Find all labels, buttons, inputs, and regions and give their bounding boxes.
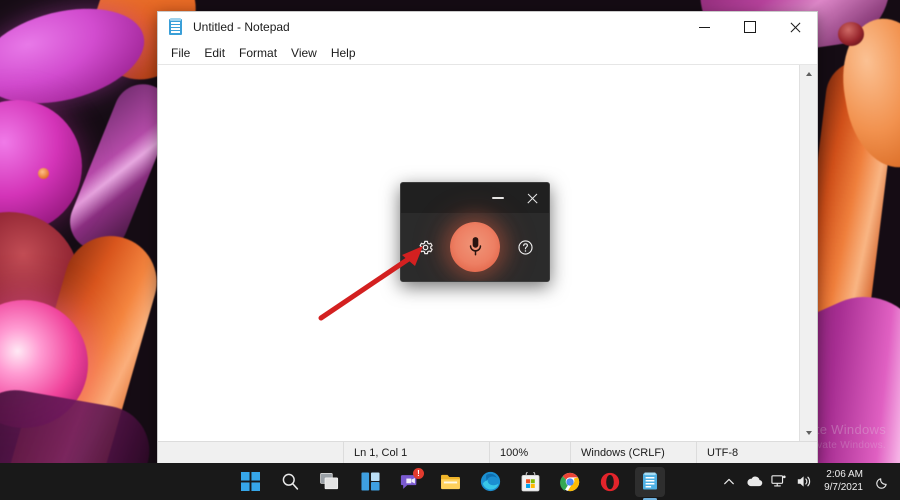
notepad-menubar: File Edit Format View Help [158,42,817,64]
status-zoom-level[interactable]: 100% [489,442,570,464]
taskbar-app-group: ! [235,463,665,500]
menu-item-view[interactable]: View [284,44,324,62]
voice-typing-titlebar[interactable] [401,183,549,213]
microphone-icon [467,235,484,259]
taskbar-item-chat[interactable]: ! [395,467,425,497]
voice-typing-close-button[interactable] [515,183,549,213]
taskbar-item-opera[interactable] [595,467,625,497]
status-line-ending[interactable]: Windows (CRLF) [570,442,696,464]
speaker-icon [796,474,813,489]
notepad-titlebar[interactable]: Untitled - Notepad [158,12,817,42]
tray-onedrive-button[interactable] [743,468,765,496]
taskbar-item-store[interactable] [515,467,545,497]
wallpaper-blob [38,168,49,179]
tray-show-hidden-icons-button[interactable] [718,468,740,496]
scroll-down-arrow-icon [806,431,812,435]
close-icon [789,22,800,33]
notepad-icon [641,472,659,491]
status-encoding[interactable]: UTF-8 [696,442,817,464]
window-title: Untitled - Notepad [193,20,682,34]
search-icon [281,472,300,491]
menu-item-edit[interactable]: Edit [197,44,232,62]
tray-volume-button[interactable] [793,468,815,496]
desktop-screen: Activate Windows Go to Settings to activ… [0,0,900,500]
scroll-down-button[interactable] [800,424,817,441]
opera-icon [600,472,620,492]
system-tray: 2:06 AM 9/7/2021 [718,463,894,500]
taskbar-clock[interactable]: 2:06 AM 9/7/2021 [818,467,869,497]
moon-icon [876,475,890,489]
taskbar-item-start[interactable] [235,467,265,497]
minimize-icon [699,27,710,28]
clock-date: 9/7/2021 [824,482,863,495]
maximize-icon [744,21,756,33]
microsoft-store-icon [521,472,540,492]
file-explorer-icon [440,473,461,491]
taskbar-item-task-view[interactable] [315,467,345,497]
scroll-up-button[interactable] [800,65,817,82]
network-icon [771,474,787,489]
wallpaper-blob [838,22,864,46]
menu-item-format[interactable]: Format [232,44,284,62]
minimize-button[interactable] [682,12,727,42]
status-cursor-position: Ln 1, Col 1 [343,442,489,464]
close-icon [527,193,538,204]
widgets-icon [361,472,380,491]
clock-time: 2:06 AM [826,469,863,482]
voice-typing-help-button[interactable] [512,234,538,260]
menu-item-file[interactable]: File [164,44,197,62]
google-chrome-icon [560,472,580,492]
gear-icon [417,239,434,256]
minimize-icon [492,197,504,199]
taskbar-item-chrome[interactable] [555,467,585,497]
scroll-up-arrow-icon [806,72,812,76]
taskbar-item-edge[interactable] [475,467,505,497]
voice-typing-mic-button[interactable] [450,222,500,272]
voice-typing-minimize-button[interactable] [481,183,515,213]
window-controls [682,12,817,42]
tray-network-button[interactable] [768,468,790,496]
microsoft-edge-icon [480,471,501,492]
cloud-icon [746,475,763,488]
notepad-icon [168,19,184,35]
voice-typing-settings-button[interactable] [412,234,438,260]
windows-taskbar: ! [0,463,900,500]
task-view-icon [320,473,340,491]
vertical-scrollbar[interactable] [799,65,817,441]
chevron-up-icon [723,476,735,488]
close-button[interactable] [772,12,817,42]
notification-center-button[interactable] [872,468,894,496]
taskbar-item-search[interactable] [275,467,305,497]
taskbar-item-widgets[interactable] [355,467,385,497]
taskbar-item-notepad[interactable] [635,467,665,497]
taskbar-item-file-explorer[interactable] [435,467,465,497]
voice-typing-body [401,213,549,281]
help-circle-icon [517,239,534,256]
menu-item-help[interactable]: Help [324,44,363,62]
windows-start-icon [241,472,260,491]
voice-typing-panel [400,182,550,282]
notepad-statusbar: Ln 1, Col 1 100% Windows (CRLF) UTF-8 [158,441,817,464]
maximize-button[interactable] [727,12,772,42]
chat-notification-badge: ! [413,468,424,479]
